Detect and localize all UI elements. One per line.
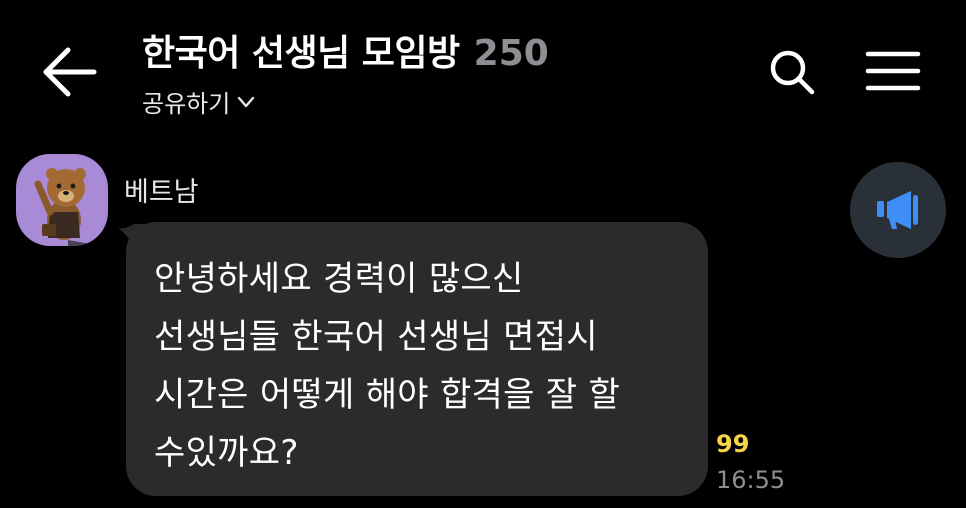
search-button[interactable] (766, 46, 818, 98)
chat-screen: 한국어 선생님 모임방 250 공유하기 베트남 안녕하세요 경력이 많으신 선… (0, 0, 966, 508)
chevron-down-icon (238, 96, 255, 107)
notice-button[interactable] (850, 162, 946, 258)
back-button[interactable] (38, 44, 102, 100)
search-icon (770, 50, 815, 95)
bear-character-icon (34, 168, 102, 246)
share-button[interactable]: 공유하기 (142, 84, 256, 119)
message-text-line: 선생님들 한국어 선생님 면접시 (154, 317, 598, 357)
share-label: 공유하기 (142, 90, 231, 118)
unread-count: 99 (716, 430, 750, 458)
menu-button[interactable] (862, 46, 924, 96)
hamburger-menu-icon (865, 51, 921, 91)
message-bubble[interactable]: 안녕하세요 경력이 많으신 선생님들 한국어 선생님 면접시 시간은 어떻게 해… (126, 222, 708, 496)
chat-title-row[interactable]: 한국어 선생님 모임방 250 (142, 24, 549, 76)
message-text-line: 시간은 어떻게 해야 합격을 잘 할 (154, 375, 621, 415)
message-timestamp: 16:55 (716, 466, 786, 494)
sender-avatar[interactable] (16, 154, 108, 246)
sender-name: 베트남 (124, 177, 199, 208)
arrow-left-icon (43, 47, 97, 97)
member-count: 250 (473, 33, 549, 74)
megaphone-icon (877, 191, 918, 229)
chat-room-title: 한국어 선생님 모임방 (142, 33, 460, 74)
message-text-line: 안녕하세요 경력이 많으신 (154, 259, 524, 299)
message-text-line: 수있까요? (154, 433, 299, 473)
